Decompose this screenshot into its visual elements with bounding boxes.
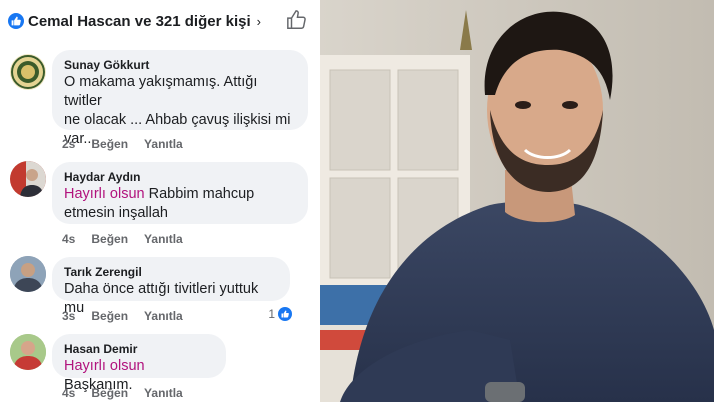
reply-button[interactable]: Yanıtla xyxy=(144,232,183,246)
reply-button[interactable]: Yanıtla xyxy=(144,137,183,151)
comment-time[interactable]: 3s xyxy=(62,309,75,323)
chevron-right-icon[interactable]: › xyxy=(257,14,261,29)
comment-time[interactable]: 4s xyxy=(62,232,75,246)
comment-time[interactable]: 2s xyxy=(62,137,75,151)
comment-text: Rabbim mahcup xyxy=(144,186,255,202)
highlighted-text: Hayırlı olsun xyxy=(64,358,145,374)
comment-bubble: Tarık Zerengil Daha önce attığı tivitler… xyxy=(52,257,290,316)
avatar[interactable] xyxy=(10,54,46,90)
comment-author[interactable]: Tarık Zerengil xyxy=(64,264,278,280)
thumbs-up-icon[interactable] xyxy=(286,9,310,33)
comment-bubble: Sunay Gökkurt O makama yakışmamış. Attığ… xyxy=(52,50,308,147)
comment-bubble: Hasan Demir Hayırlı olsun Başkanım. xyxy=(52,334,226,393)
reaction-count[interactable]: 1 xyxy=(268,307,292,321)
comment-text-line: etmesin inşallah xyxy=(64,205,168,221)
comment-time[interactable]: 4s xyxy=(62,386,75,400)
comment-bubble: Haydar Aydın Hayırlı olsun Rabbim mahcup… xyxy=(52,162,308,224)
like-button[interactable]: Beğen xyxy=(91,309,128,323)
like-button[interactable]: Beğen xyxy=(91,137,128,151)
comments-panel: Cemal Hascan ve 321 diğer kişi › Sunay G… xyxy=(0,0,320,402)
reply-button[interactable]: Yanıtla xyxy=(144,309,183,323)
highlighted-text: Hayırlı olsun xyxy=(64,186,145,202)
avatar[interactable] xyxy=(10,161,46,197)
reaction-count-value: 1 xyxy=(268,307,275,321)
like-reaction-icon xyxy=(278,307,292,321)
reactions-header[interactable]: Cemal Hascan ve 321 diğer kişi › xyxy=(8,8,310,34)
profile-photo xyxy=(320,0,714,402)
reply-button[interactable]: Yanıtla xyxy=(144,386,183,400)
comment-author[interactable]: Haydar Aydın xyxy=(64,169,296,185)
comment-author[interactable]: Hasan Demir xyxy=(64,341,214,357)
comment-text-line: ne olacak ... Ahbab çavuş ilişkisi mi xyxy=(64,112,291,128)
like-button[interactable]: Beğen xyxy=(91,386,128,400)
like-button[interactable]: Beğen xyxy=(91,232,128,246)
comment-text-line: Hayırlı olsun Rabbim mahcup xyxy=(64,185,296,204)
comment-author[interactable]: Sunay Gökkurt xyxy=(64,57,296,73)
reactions-summary[interactable]: Cemal Hascan ve 321 diğer kişi xyxy=(28,13,251,30)
comment-text-line: O makama yakışmamış. Attığı twitler xyxy=(64,74,258,109)
avatar[interactable] xyxy=(10,256,46,292)
avatar[interactable] xyxy=(10,334,46,370)
like-reaction-icon xyxy=(8,13,24,29)
